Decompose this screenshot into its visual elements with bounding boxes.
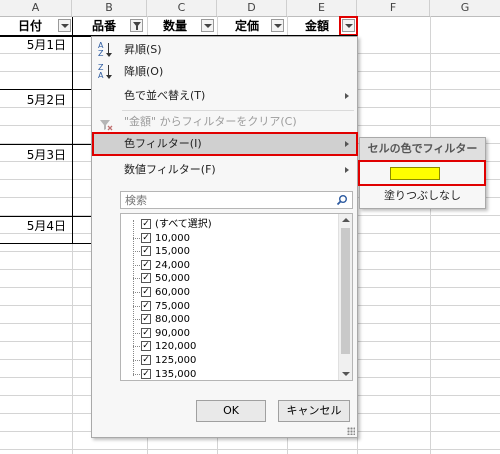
color-filter-highlight (92, 132, 358, 156)
checkbox-checked-icon[interactable]: ✓ (141, 287, 151, 297)
filter-dropdown-menu[interactable]: AZ 昇順(S) ZA 降順(O) 色で並べ替え(T) "金額" からフィルター… (91, 36, 358, 438)
resize-grip-icon[interactable] (347, 427, 355, 435)
menu-item-sort-by-color[interactable]: 色で並べ替え(T) (92, 85, 357, 107)
date-cell-1[interactable]: 5月1日 (0, 37, 72, 53)
checkbox-checked-icon[interactable]: ✓ (141, 219, 151, 229)
chevron-down-icon (274, 24, 282, 28)
scroll-thumb[interactable] (341, 228, 350, 354)
no-fill-option[interactable]: 塗りつぶしなし (360, 186, 485, 206)
date-cell-2[interactable]: 5月2日 (0, 92, 72, 108)
column-header-b[interactable]: B (72, 0, 147, 16)
tree-tick (133, 292, 140, 293)
column-header-bar: A B C D E F G (0, 0, 500, 17)
tree-tick (133, 251, 140, 253)
checkbox-checked-icon[interactable]: ✓ (141, 341, 151, 352)
filter-dropdown-item-active[interactable] (130, 19, 143, 32)
menu-item-label: 昇順(S) (124, 43, 162, 56)
column-header-f[interactable]: F (357, 0, 430, 16)
date-cell-4[interactable]: 5月4日 (0, 218, 72, 234)
list-item-label: 80,000 (155, 314, 190, 326)
menu-item-clear-filter: "金額" からフィルターをクリア(C) (92, 111, 357, 133)
menu-item-sort-asc[interactable]: AZ 昇順(S) (92, 39, 357, 61)
group-border (0, 243, 91, 244)
tree-tick (133, 237, 140, 239)
list-item-label: 60,000 (155, 287, 190, 298)
list-item-label: 24,000 (155, 259, 190, 271)
checkbox-checked-icon[interactable]: ✓ (141, 314, 151, 325)
chevron-right-icon (345, 167, 349, 173)
yellow-swatch-highlight (358, 160, 486, 186)
header-price[interactable]: 定価 (222, 17, 272, 35)
list-item-label: 10,000 (155, 232, 190, 244)
group-border (0, 144, 91, 145)
search-box[interactable] (120, 191, 353, 209)
menu-item-label: 数値フィルター(F) (124, 163, 216, 176)
date-cell-3[interactable]: 5月3日 (0, 147, 72, 163)
cancel-button[interactable]: キャンセル (278, 400, 350, 422)
checkbox-checked-icon[interactable]: ✓ (141, 273, 151, 284)
menu-item-label: "金額" からフィルターをクリア(C) (124, 115, 297, 128)
header-item[interactable]: 品番 (74, 17, 134, 35)
submenu-title: セルの色でフィルター (360, 138, 485, 160)
menu-item-sort-desc[interactable]: ZA 降順(O) (92, 61, 357, 83)
tree-tick (133, 332, 140, 334)
tree-tick (133, 264, 140, 266)
list-item-label: 15,000 (155, 246, 190, 258)
ok-button[interactable]: OK (196, 400, 266, 422)
filter-dropdown-qty[interactable] (201, 19, 214, 32)
chevron-right-icon (345, 93, 349, 99)
row-gridline (0, 449, 500, 450)
menu-item-label: 降順(O) (124, 65, 164, 78)
header-amount[interactable]: 金額 (292, 17, 342, 35)
tree-tick (133, 346, 140, 348)
checkbox-checked-icon[interactable]: ✓ (141, 300, 151, 311)
amount-filter-highlight (339, 16, 358, 36)
list-item-label: 135,000 (155, 368, 197, 380)
list-item-label: 75,000 (155, 300, 190, 312)
column-header-d[interactable]: D (217, 0, 287, 16)
menu-item-number-filter[interactable]: 数値フィルター(F) (92, 159, 357, 181)
list-item-label: 50,000 (155, 273, 190, 285)
table-column-border (72, 17, 73, 244)
header-qty[interactable]: 数量 (150, 17, 200, 35)
tree-tick (133, 360, 140, 361)
header-date[interactable]: 日付 (0, 17, 60, 35)
scroll-down-icon[interactable] (342, 372, 350, 376)
checkbox-checked-icon[interactable]: ✓ (141, 368, 151, 379)
tree-connector (133, 220, 134, 376)
tree-tick (133, 278, 140, 280)
tree-tick (133, 305, 140, 307)
filter-value-list[interactable]: ✓ (すべて選択) ✓ 10,000 ✓ 15,000 ✓ 24,000 ✓ 50,000 ✓ 60,… (120, 213, 353, 381)
list-item-label: 120,000 (155, 341, 197, 353)
column-header-g[interactable]: G (430, 0, 500, 16)
scroll-up-icon[interactable] (342, 218, 350, 222)
tree-tick (133, 319, 140, 321)
column-header-e[interactable]: E (287, 0, 357, 16)
search-icon (336, 194, 348, 209)
checkbox-checked-icon[interactable]: ✓ (141, 355, 151, 365)
group-border (0, 89, 91, 90)
filter-dropdown-date[interactable] (58, 19, 71, 32)
group-border (0, 216, 91, 217)
list-item-label: 90,000 (155, 327, 190, 339)
list-scrollbar[interactable] (338, 214, 352, 380)
list-item-label: (すべて選択) (155, 219, 212, 230)
list-item-label: 125,000 (155, 355, 197, 366)
sort-descending-icon: ZA (98, 64, 116, 80)
checkbox-checked-icon[interactable]: ✓ (141, 259, 151, 270)
sort-ascending-icon: AZ (98, 42, 116, 58)
checkbox-checked-icon[interactable]: ✓ (141, 232, 151, 243)
column-header-a[interactable]: A (0, 0, 72, 16)
menu-item-label: 色で並べ替え(T) (124, 89, 206, 102)
tree-tick (133, 373, 140, 375)
column-header-c[interactable]: C (147, 0, 217, 16)
chevron-down-icon (204, 24, 212, 28)
filter-dropdown-price[interactable] (271, 19, 284, 32)
checkbox-checked-icon[interactable]: ✓ (141, 246, 151, 257)
chevron-down-icon (61, 24, 69, 28)
search-input[interactable] (121, 192, 330, 208)
checkbox-checked-icon[interactable]: ✓ (141, 327, 151, 338)
